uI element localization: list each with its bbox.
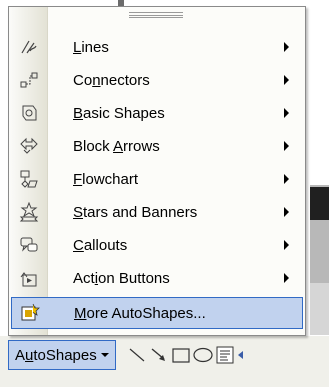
submenu-arrow-icon bbox=[284, 240, 289, 250]
toolbar-arrow-icon bbox=[237, 351, 243, 359]
block-arrows-icon bbox=[11, 130, 47, 162]
flowchart-icon bbox=[11, 163, 47, 195]
callouts-icon bbox=[11, 229, 47, 261]
lines-icon bbox=[11, 31, 47, 63]
menu-item-label: Basic Shapes bbox=[73, 104, 165, 122]
menu-item-label: Block Arrows bbox=[73, 137, 160, 155]
menu-item-label: Stars and Banners bbox=[73, 203, 198, 221]
menu-item-action-buttons[interactable]: Action Buttons bbox=[11, 262, 303, 294]
connectors-icon bbox=[11, 64, 47, 96]
submenu-arrow-icon bbox=[284, 42, 289, 52]
submenu-arrow-icon bbox=[284, 141, 289, 151]
menu-item-flowchart[interactable]: Flowchart bbox=[11, 163, 303, 195]
menu-item-lines[interactable]: Lines bbox=[11, 31, 303, 63]
menu-item-label: Connectors bbox=[73, 71, 150, 89]
line-tool-icon[interactable] bbox=[126, 340, 148, 370]
menu-item-basic-shapes[interactable]: Basic Shapes bbox=[11, 97, 303, 129]
submenu-arrow-icon bbox=[284, 273, 289, 283]
more-autoshapes-icon bbox=[12, 297, 48, 329]
background-window-light bbox=[310, 283, 329, 335]
autoshapes-menu: Lines Connectors Basic Shapes Block Arro… bbox=[8, 6, 306, 336]
menu-drag-grip[interactable] bbox=[129, 12, 183, 18]
stars-banners-icon bbox=[11, 196, 47, 228]
submenu-arrow-icon bbox=[284, 207, 289, 217]
menu-item-label: Callouts bbox=[73, 236, 128, 254]
menu-item-stars-and-banners[interactable]: Stars and Banners bbox=[11, 196, 303, 228]
menu-item-callouts[interactable]: Callouts bbox=[11, 229, 303, 261]
oval-tool-icon[interactable] bbox=[192, 340, 214, 370]
menu-item-label: Lines bbox=[73, 38, 109, 56]
menu-item-label: Action Buttons bbox=[73, 269, 170, 287]
action-buttons-icon bbox=[11, 262, 47, 294]
chevron-down-icon bbox=[100, 353, 109, 357]
submenu-arrow-icon bbox=[284, 174, 289, 184]
arrow-tool-icon[interactable] bbox=[148, 340, 170, 370]
rectangle-tool-icon[interactable] bbox=[170, 340, 192, 370]
menu-item-label: More AutoShapes... bbox=[74, 304, 206, 322]
submenu-arrow-icon bbox=[284, 75, 289, 85]
submenu-arrow-icon bbox=[284, 108, 289, 118]
basic-shapes-icon bbox=[11, 97, 47, 129]
menu-item-connectors[interactable]: Connectors bbox=[11, 64, 303, 96]
menu-item-block-arrows[interactable]: Block Arrows bbox=[11, 130, 303, 162]
menu-item-more-autoshapes[interactable]: More AutoShapes... bbox=[11, 297, 303, 329]
autoshapes-button[interactable]: AutoShapes bbox=[8, 340, 116, 370]
background-window-dark bbox=[310, 187, 329, 220]
drawing-toolbar: AutoShapes bbox=[8, 338, 329, 372]
text-box-tool-icon[interactable] bbox=[214, 340, 236, 370]
autoshapes-button-label: AutoShapes bbox=[15, 346, 97, 364]
menu-item-label: Flowchart bbox=[73, 170, 139, 188]
